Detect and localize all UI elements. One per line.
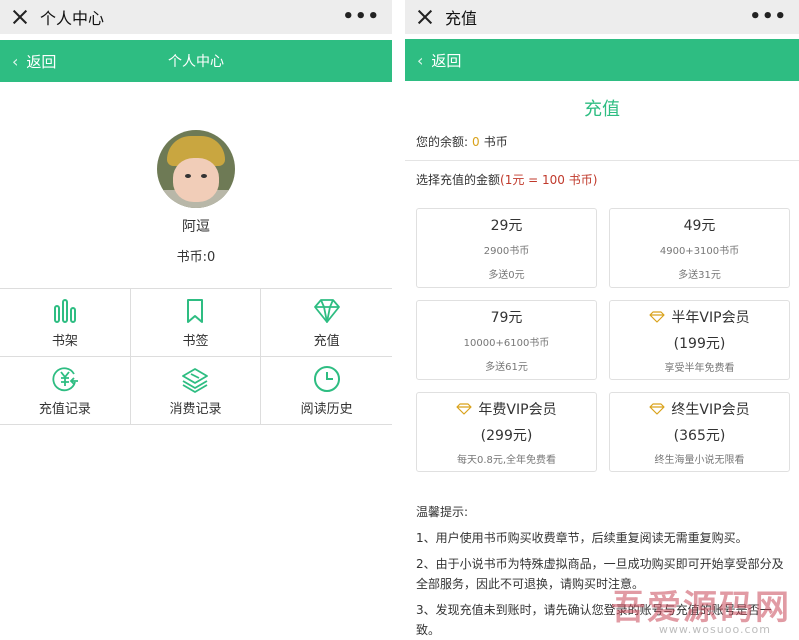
menu-item-recharge-record[interactable]: 充值记录 (0, 357, 131, 425)
plan-coins: 2900书币 (483, 246, 530, 257)
balance-value: 0 (472, 135, 480, 149)
back-label: 返回 (431, 51, 462, 70)
tips-title: 温馨提示: (416, 505, 469, 519)
exchange-rate: (1元 = 100 书币) (500, 173, 598, 187)
watermark-text: 吾爱源码网 (611, 588, 791, 628)
vip-note: 终生海量小说无限看 (654, 454, 745, 466)
balance-unit: 书币 (483, 135, 508, 149)
vip-name: 半年VIP会员 (671, 309, 750, 326)
menu-item-spending-record[interactable]: 消费记录 (130, 357, 262, 425)
window-titlebar: 个人中心 ••• (0, 0, 392, 34)
coin-balance: 书币:0 (176, 250, 216, 265)
balance-label: 您的余额: (416, 135, 469, 149)
menu-item-label: 书签 (182, 334, 209, 349)
plan-coins: 4900+3100书币 (659, 246, 740, 257)
header-bar: ‹ 返回 个人中心 (0, 40, 392, 82)
window-title: 个人中心 (40, 9, 105, 28)
bookmark-icon (187, 299, 204, 323)
username: 阿逗 (182, 219, 210, 235)
diamond-icon (313, 299, 340, 323)
balance-row: 您的余额: 0 书币 (416, 133, 799, 150)
page-title: 充值 (584, 99, 620, 120)
plan-price: 29元 (490, 218, 523, 234)
divider (405, 160, 799, 161)
back-button[interactable]: ‹ 返回 (12, 51, 56, 72)
plan-card[interactable]: 49元 4900+3100书币 多送31元 (609, 208, 790, 288)
header-bar: ‹ 返回 (405, 39, 799, 81)
bars-icon (53, 299, 76, 323)
chevron-left-icon: ‹ (417, 50, 424, 70)
plan-bonus: 多送31元 (678, 270, 721, 281)
vip-card[interactable]: 终生VIP会员 (365元) 终生海量小说无限看 (609, 392, 790, 472)
vip-price: (365元) (673, 427, 726, 444)
yen-record-icon (52, 367, 78, 392)
plan-bonus: 多送0元 (488, 270, 525, 281)
menu-item-label: 阅读历史 (300, 402, 353, 417)
plan-price: 79元 (490, 310, 523, 326)
vip-price: (199元) (673, 335, 726, 352)
menu-grid: 书架 书签 充值 充值记录 消费记录 阅读历史 (0, 288, 392, 425)
back-button[interactable]: ‹ 返回 (417, 50, 461, 71)
choose-label: 选择充值的金额 (416, 173, 501, 187)
more-options-icon[interactable]: ••• (749, 6, 787, 27)
tip-item: 1、用户使用书币购买收费章节，后续重复阅读无需重复购买。 (416, 531, 748, 545)
menu-item-recharge[interactable]: 充值 (261, 289, 392, 357)
vip-card[interactable]: 半年VIP会员 (199元) 享受半年免费看 (609, 300, 790, 380)
watermark-logo: 吾爱源码网 www.wosuoo.com (595, 576, 791, 636)
page-title: 个人中心 (168, 54, 224, 70)
menu-item-reading-history[interactable]: 阅读历史 (261, 357, 392, 425)
chevron-left-icon: ‹ (12, 51, 19, 71)
plan-coins: 10000+6100书币 (463, 338, 550, 349)
diamond-icon (456, 402, 473, 415)
more-options-icon[interactable]: ••• (342, 6, 380, 27)
plan-price: 49元 (683, 218, 716, 234)
vip-price: (299元) (480, 427, 533, 444)
vip-card[interactable]: 年费VIP会员 (299元) 每天0.8元,全年免费看 (416, 392, 597, 472)
menu-item-label: 书架 (51, 334, 78, 349)
clock-icon (313, 366, 340, 392)
close-icon[interactable] (417, 9, 433, 25)
plan-bonus: 多送61元 (485, 362, 528, 373)
menu-item-bookmark[interactable]: 书签 (130, 289, 262, 357)
menu-item-label: 充值 (313, 334, 340, 349)
recharge-options: 29元 2900书币 多送0元 49元 4900+3100书币 多送31元 79… (416, 208, 799, 472)
menu-item-label: 消费记录 (169, 402, 222, 417)
vip-note: 享受半年免费看 (664, 362, 735, 374)
menu-item-bookshelf[interactable]: 书架 (0, 289, 131, 357)
window-titlebar: 充值 ••• (405, 0, 799, 34)
close-icon[interactable] (12, 9, 28, 25)
menu-item-label: 充值记录 (38, 402, 91, 417)
profile-screen: 个人中心 ••• ‹ 返回 个人中心 阿逗 书币:0 书架 书签 充值 充值记录… (0, 0, 392, 640)
watermark-url: www.wosuoo.com (658, 623, 771, 636)
vip-name: 终生VIP会员 (671, 401, 750, 418)
coins-stack-icon (182, 368, 209, 393)
recharge-screen: 充值 ••• ‹ 返回 充值 您的余额: 0 书币 选择充值的金额(1元 = 100… (405, 0, 799, 640)
diamond-icon (649, 310, 666, 323)
plan-card[interactable]: 79元 10000+6100书币 多送61元 (416, 300, 597, 380)
vip-note: 每天0.8元,全年免费看 (456, 454, 557, 466)
choose-amount-row: 选择充值的金额(1元 = 100 书币) (416, 171, 799, 188)
avatar[interactable] (157, 130, 235, 208)
vip-name: 年费VIP会员 (478, 401, 557, 418)
diamond-icon (649, 402, 666, 415)
profile-card: 阿逗 书币:0 (0, 82, 392, 288)
plan-card[interactable]: 29元 2900书币 多送0元 (416, 208, 597, 288)
window-title: 充值 (445, 9, 478, 28)
back-label: 返回 (26, 52, 57, 71)
